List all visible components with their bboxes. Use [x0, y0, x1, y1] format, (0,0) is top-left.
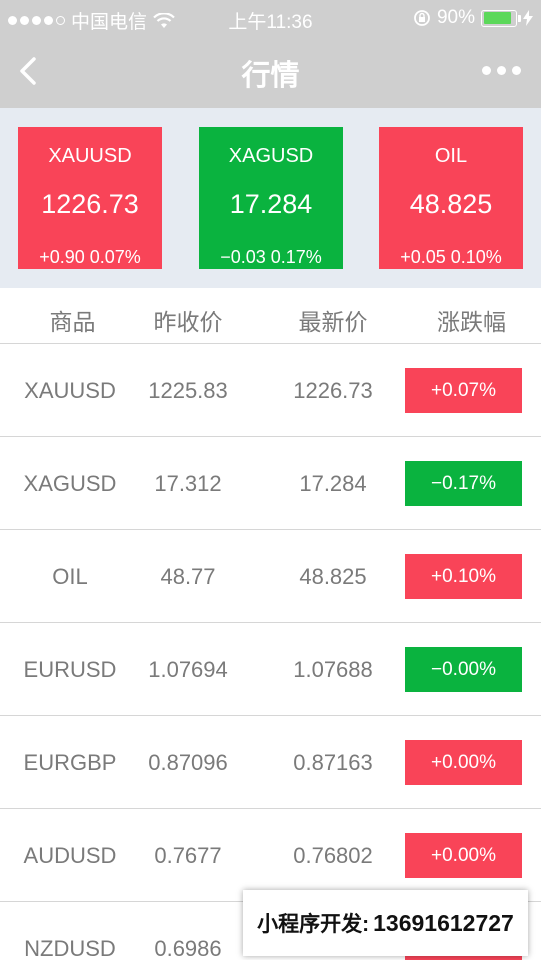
- watermark-phone: 13691612727: [373, 909, 514, 936]
- card-price: 17.284: [229, 189, 313, 219]
- column-header-latest: 最新价: [298, 309, 368, 335]
- row-symbol: EURGBP: [23, 750, 117, 775]
- status-bar: 中国电信 上午11:36 90%: [0, 0, 541, 36]
- card-change-value: +0.05: [400, 247, 446, 267]
- row-prev-close: 0.7677: [154, 843, 222, 868]
- row-latest: 1226.73: [293, 378, 373, 403]
- watermark-label: 小程序开发:: [257, 913, 370, 936]
- change-badge: +0.07%: [405, 368, 522, 413]
- row-prev-close: 17.312: [154, 471, 222, 496]
- card-change: +0.05 0.10%: [379, 247, 523, 268]
- row-prev-close: 1.07694: [148, 657, 228, 682]
- card-price: 1226.73: [41, 189, 139, 219]
- row-symbol: XAUUSD: [24, 378, 116, 403]
- table-row[interactable]: OIL 48.77 48.825 +0.10%: [0, 530, 541, 623]
- row-latest: 48.825: [299, 564, 367, 589]
- card-change-percent: 0.17%: [270, 247, 322, 267]
- change-badge: +0.00%: [405, 740, 522, 785]
- card-change-percent: 0.10%: [450, 247, 502, 267]
- row-latest: 17.284: [299, 471, 367, 496]
- battery-percent: 90%: [436, 7, 475, 28]
- row-symbol: AUDUSD: [23, 843, 117, 868]
- card-change-value: +0.90: [39, 247, 85, 267]
- change-badge: +0.10%: [405, 554, 522, 599]
- column-header-prev-close: 昨收价: [153, 309, 223, 335]
- column-header-product: 商品: [49, 309, 96, 335]
- battery-icon: [481, 9, 521, 27]
- card-symbol: OIL: [434, 145, 468, 167]
- quote-card[interactable]: XAUUSD 1226.73 +0.90 0.07%: [18, 127, 162, 269]
- quote-cards: XAUUSD 1226.73 +0.90 0.07% XAGUSD 17.284…: [0, 108, 541, 288]
- row-symbol: OIL: [52, 564, 88, 589]
- table-header: 商品 昨收价 最新价 涨跌幅: [0, 288, 541, 344]
- change-badge: −0.00%: [405, 647, 522, 692]
- navigation-bar: 行情: [0, 36, 541, 108]
- row-symbol: NZDUSD: [24, 936, 116, 960]
- table-row[interactable]: EURGBP 0.87096 0.87163 +0.00%: [0, 716, 541, 809]
- contact-watermark: 小程序开发: 13691612727: [243, 890, 528, 956]
- row-prev-close: 1225.83: [148, 378, 228, 403]
- table-row[interactable]: AUDUSD 0.7677 0.76802 +0.00%: [0, 809, 541, 902]
- quote-card[interactable]: XAGUSD 17.284 −0.03 0.17%: [199, 127, 343, 269]
- column-header-change: 涨跌幅: [437, 309, 506, 335]
- change-badge: +0.00%: [405, 833, 522, 878]
- change-badge: −0.17%: [405, 461, 522, 506]
- charging-icon: [523, 10, 533, 26]
- table-row[interactable]: XAGUSD 17.312 17.284 −0.17%: [0, 437, 541, 530]
- table-row[interactable]: EURUSD 1.07694 1.07688 −0.00%: [0, 623, 541, 716]
- row-prev-close: 0.87096: [148, 750, 228, 775]
- more-options-icon[interactable]: [482, 66, 521, 75]
- card-symbol: XAGUSD: [228, 145, 314, 167]
- card-price: 48.825: [409, 189, 493, 219]
- card-change-percent: 0.07%: [89, 247, 141, 267]
- row-symbol: XAGUSD: [23, 471, 117, 496]
- row-prev-close: 0.6986: [154, 936, 222, 960]
- status-right: 90%: [413, 7, 533, 29]
- row-latest: 1.07688: [293, 657, 373, 682]
- card-change-value: −0.03: [220, 247, 266, 267]
- row-latest: 0.76802: [293, 843, 373, 868]
- row-latest: 0.87163: [293, 750, 373, 775]
- card-symbol: XAUUSD: [48, 145, 132, 167]
- rotation-lock-icon: [414, 10, 430, 26]
- row-symbol: EURUSD: [23, 657, 117, 682]
- card-change: −0.03 0.17%: [199, 247, 343, 268]
- card-change: +0.90 0.07%: [18, 247, 162, 268]
- row-prev-close: 48.77: [160, 564, 216, 589]
- page-title: 行情: [241, 60, 300, 92]
- quote-card[interactable]: OIL 48.825 +0.05 0.10%: [379, 127, 523, 269]
- table-row[interactable]: XAUUSD 1225.83 1226.73 +0.07%: [0, 344, 541, 437]
